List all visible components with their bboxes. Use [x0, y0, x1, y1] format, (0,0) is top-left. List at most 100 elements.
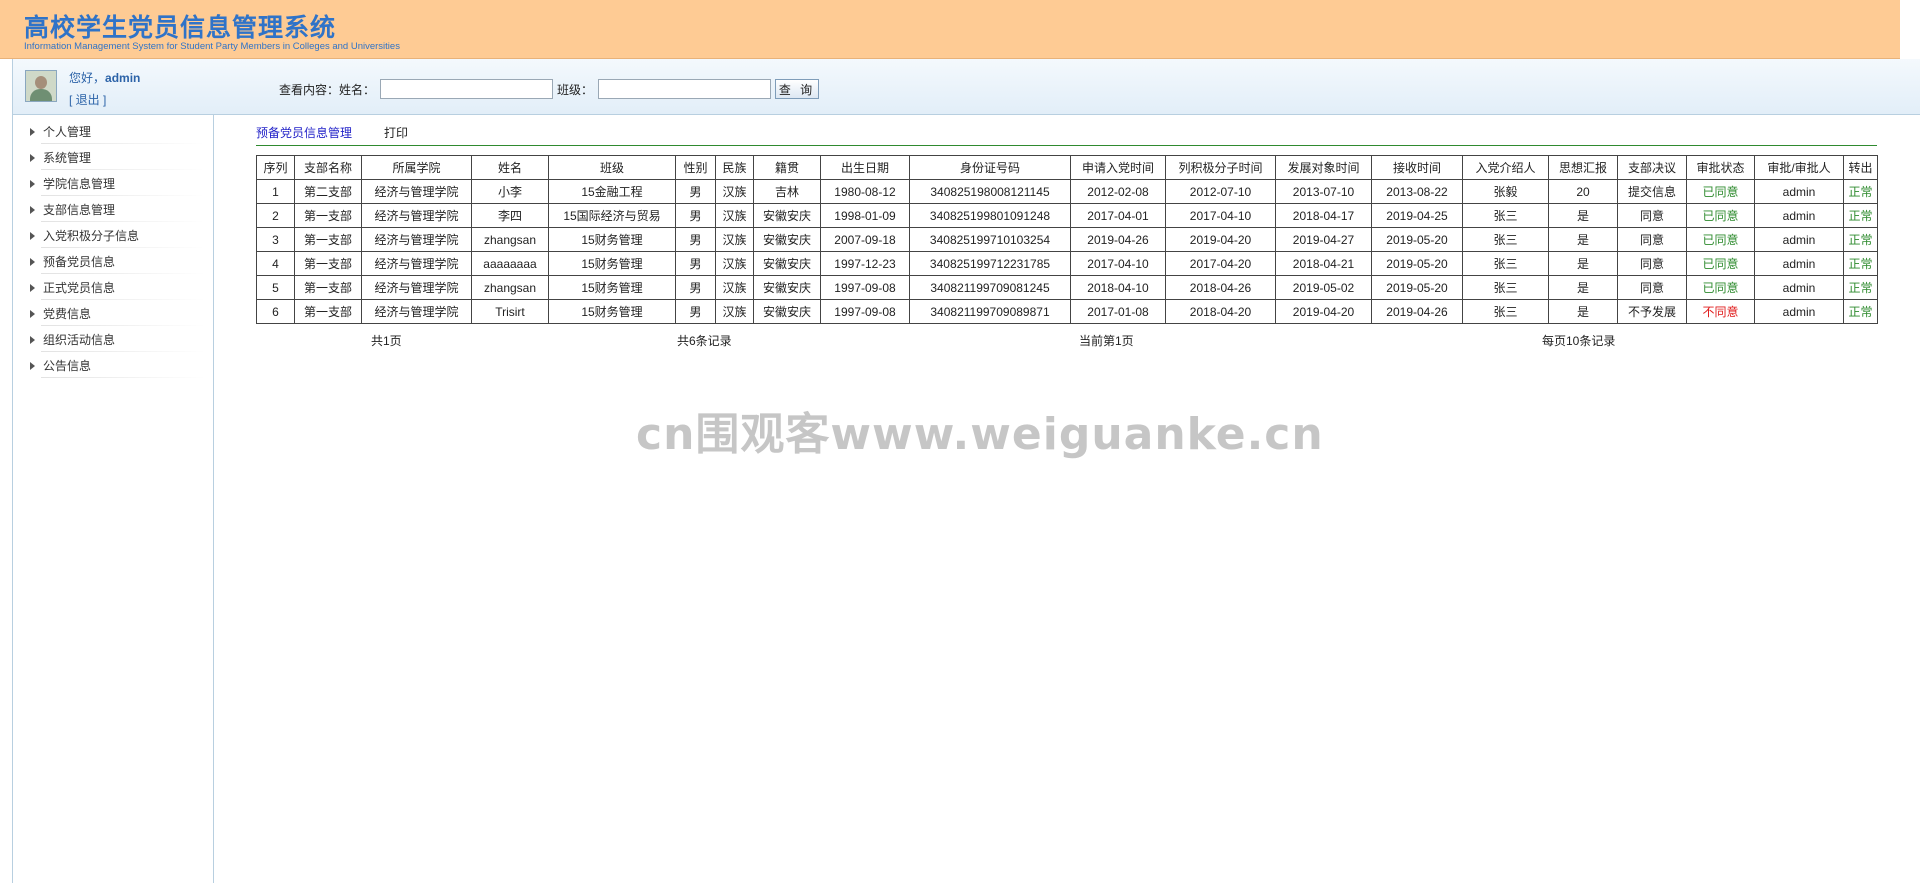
table-cell: 2019-04-26 — [1070, 227, 1166, 252]
column-header: 申请入党时间 — [1070, 155, 1166, 180]
table-cell: 是 — [1548, 275, 1618, 300]
table-row: 6 第一支部 经济与管理学院 Trisirt 15财务管理男汉族 安徽安庆 1997-09-… — [256, 299, 1878, 324]
table-cell: zhangsan — [471, 227, 549, 252]
column-header: 审批/审批人 — [1754, 155, 1844, 180]
sidebar-item-label: 入党积极分子信息 — [43, 229, 140, 243]
sidebar-item-system[interactable]: 系统管理 — [13, 147, 213, 173]
table-cell: 不予发展 — [1617, 299, 1687, 324]
table-cell: 张三 — [1462, 203, 1549, 228]
table-cell: 2017-01-08 — [1070, 299, 1166, 324]
approval-status: 已同意 — [1686, 227, 1755, 252]
table-row: 2 第一支部 经济与管理学院 李四 15国际经济与贸易男汉族 安徽安庆 1998-01-09… — [256, 203, 1878, 228]
table-cell: 男 — [675, 203, 716, 228]
sidebar-item-label: 预备党员信息 — [43, 255, 116, 269]
table-cell: 15财务管理 — [548, 275, 676, 300]
logout-link[interactable]: [ 退出 ] — [69, 91, 106, 108]
table-cell: 4 — [256, 251, 295, 276]
table-cell: 是 — [1548, 251, 1618, 276]
print-link[interactable]: 打印 — [384, 124, 408, 141]
caret-right-icon — [30, 232, 35, 240]
table-cell: 2019-04-26 — [1371, 299, 1463, 324]
table-cell: 2013-08-22 — [1371, 179, 1463, 204]
table-cell: 安徽安庆 — [753, 275, 821, 300]
approval-status: 不同意 — [1686, 299, 1755, 324]
sidebar-item-college[interactable]: 学院信息管理 — [13, 173, 213, 199]
table-cell: 340825199712231785 — [909, 251, 1071, 276]
app-header: 高校学生党员信息管理系统 Information Management Syst… — [0, 0, 1900, 59]
table-cell: 张三 — [1462, 299, 1549, 324]
table-cell: 第一支部 — [294, 251, 362, 276]
table-cell: 3 — [256, 227, 295, 252]
table-cell: 同意 — [1617, 227, 1687, 252]
approval-status: 已同意 — [1686, 251, 1755, 276]
name-search-input[interactable] — [380, 79, 553, 99]
table-cell: 男 — [675, 299, 716, 324]
column-header: 出生日期 — [820, 155, 910, 180]
class-label: 班级： — [557, 83, 594, 97]
table-cell: 2017-04-10 — [1070, 251, 1166, 276]
table-cell: 2019-04-20 — [1275, 299, 1372, 324]
approval-status: 已同意 — [1686, 179, 1755, 204]
sidebar-item-branch[interactable]: 支部信息管理 — [13, 199, 213, 225]
sidebar-item-probationary[interactable]: 预备党员信息 — [13, 251, 213, 277]
system-subtitle: Information Management System for Studen… — [24, 41, 400, 52]
table-cell: 张三 — [1462, 275, 1549, 300]
header-right-strip — [1900, 0, 1920, 58]
table-cell: 汉族 — [715, 179, 754, 204]
table-cell: 2017-04-01 — [1070, 203, 1166, 228]
table-cell: 同意 — [1617, 203, 1687, 228]
total-pages: 共1页 — [371, 334, 402, 348]
table-cell: 6 — [256, 299, 295, 324]
user-panel: 您好，admin [ 退出 ] — [13, 59, 213, 115]
table-cell: admin — [1754, 299, 1844, 324]
sidebar-item-dues[interactable]: 党费信息 — [13, 303, 213, 329]
table-cell: 是 — [1548, 227, 1618, 252]
table-cell: 小李 — [471, 179, 549, 204]
table-cell: 2019-05-20 — [1371, 275, 1463, 300]
caret-right-icon — [30, 284, 35, 292]
table-cell: 安徽安庆 — [753, 299, 821, 324]
tab-probationary-management[interactable]: 预备党员信息管理 — [256, 124, 352, 141]
table-header-row: 序列 支部名称 所属学院 姓名 班级 性别 民族 籍贯 出生日期 身份证号码 申… — [256, 155, 1878, 180]
sidebar-item-activist[interactable]: 入党积极分子信息 — [13, 225, 213, 251]
table-cell: 2018-04-21 — [1275, 251, 1372, 276]
table-cell: 男 — [675, 275, 716, 300]
column-header: 所属学院 — [361, 155, 472, 180]
table-cell: admin — [1754, 275, 1844, 300]
search-bar: 查看内容：姓名： 班级： 查 询 — [213, 59, 1920, 115]
caret-right-icon — [30, 206, 35, 214]
table-cell: 340825198008121145 — [909, 179, 1071, 204]
table-cell: 2017-04-20 — [1165, 251, 1276, 276]
sidebar-item-notice[interactable]: 公告信息 — [13, 355, 213, 381]
sidebar-item-personal[interactable]: 个人管理 — [13, 121, 213, 147]
class-search-input[interactable] — [598, 79, 771, 99]
sidebar-item-activities[interactable]: 组织活动信息 — [13, 329, 213, 355]
system-title: 高校学生党员信息管理系统 — [24, 13, 337, 42]
transfer-status: 正常 — [1843, 179, 1878, 204]
table-cell: 经济与管理学院 — [361, 299, 472, 324]
column-header: 审批状态 — [1686, 155, 1755, 180]
column-header: 民族 — [715, 155, 754, 180]
table-cell: 2013-07-10 — [1275, 179, 1372, 204]
table-cell: 2012-07-10 — [1165, 179, 1276, 204]
table-cell: 2019-04-27 — [1275, 227, 1372, 252]
table-row: 5 第一支部 经济与管理学院 zhangsan 15财务管理男汉族 安徽安庆 1997-09… — [256, 275, 1878, 300]
table-cell: 1980-08-12 — [820, 179, 910, 204]
greeting-text: 您好， — [69, 71, 106, 85]
table-cell: 15财务管理 — [548, 299, 676, 324]
sidebar-item-label: 学院信息管理 — [43, 177, 116, 191]
table-cell: 经济与管理学院 — [361, 275, 472, 300]
caret-right-icon — [30, 154, 35, 162]
table-cell: 340825199710103254 — [909, 227, 1071, 252]
caret-right-icon — [30, 336, 35, 344]
search-button[interactable]: 查 询 — [775, 79, 819, 99]
sidebar-item-label: 个人管理 — [43, 125, 92, 139]
table-cell: 20 — [1548, 179, 1618, 204]
sidebar-item-full-member[interactable]: 正式党员信息 — [13, 277, 213, 303]
table-cell: admin — [1754, 179, 1844, 204]
table-cell: admin — [1754, 251, 1844, 276]
sidebar-item-label: 系统管理 — [43, 151, 92, 165]
table-cell: 340821199709089871 — [909, 299, 1071, 324]
caret-right-icon — [30, 310, 35, 318]
table-cell: 提交信息 — [1617, 179, 1687, 204]
